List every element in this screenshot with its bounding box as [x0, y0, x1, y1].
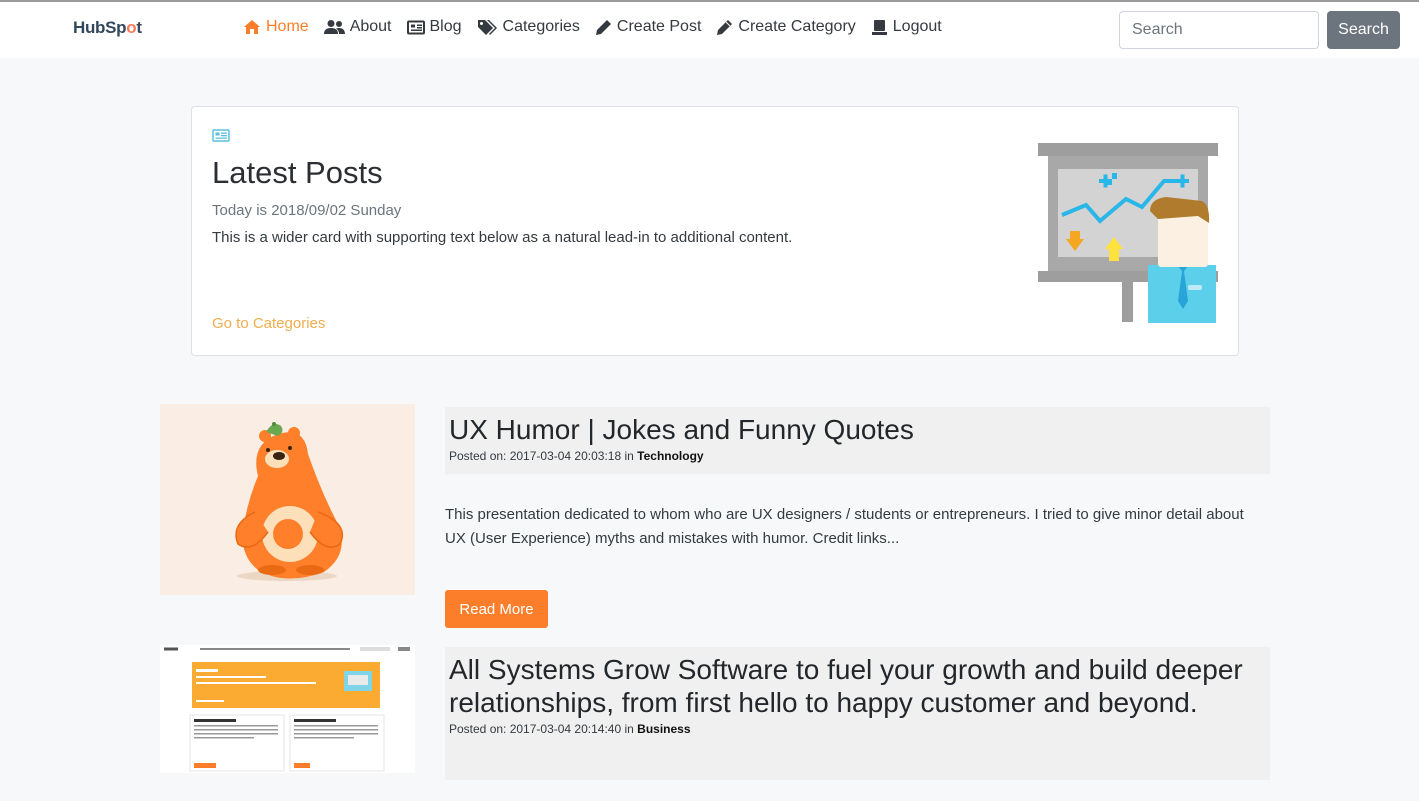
- pencil-icon: [717, 19, 733, 35]
- read-more-button[interactable]: Read More: [445, 590, 548, 628]
- newspaper-icon: [406, 20, 425, 34]
- pen-icon: [595, 19, 611, 35]
- post-header: All Systems Grow Software to fuel your g…: [445, 647, 1270, 780]
- nav-create-post[interactable]: Create Post: [595, 18, 701, 36]
- today-date: Today is 2018/09/02 Sunday: [212, 202, 402, 219]
- nav-create-category[interactable]: Create Category: [716, 18, 856, 36]
- post-excerpt: This presentation dedicated to whom who …: [445, 506, 1244, 547]
- post-category[interactable]: Business: [637, 722, 690, 736]
- card-text: This is a wider card with supporting tex…: [212, 229, 793, 246]
- bear-mascot-image: [235, 422, 344, 581]
- navbar: HubSpot Home About Blog Categories Creat…: [0, 2, 1419, 58]
- post-meta: Posted on: 2017-03-04 20:14:40 in Busine…: [449, 722, 691, 736]
- nav-links: Home About Blog Categories Create Post C…: [243, 18, 957, 36]
- search-button[interactable]: Search: [1327, 11, 1400, 49]
- user-tie-icon: [871, 19, 887, 35]
- nav-logout[interactable]: Logout: [871, 18, 942, 36]
- users-icon: [323, 20, 345, 34]
- tags-icon: [477, 20, 497, 35]
- page-title: Latest Posts: [212, 155, 383, 190]
- brand-logo[interactable]: HubSpot: [73, 18, 142, 38]
- home-icon: [244, 20, 260, 34]
- nav-categories[interactable]: Categories: [477, 18, 580, 36]
- post-header: UX Humor | Jokes and Funny Quotes Posted…: [445, 407, 1270, 474]
- post-thumbnail[interactable]: [160, 645, 415, 773]
- nav-home[interactable]: Home: [243, 18, 309, 36]
- nav-about[interactable]: About: [323, 18, 392, 36]
- post-title[interactable]: UX Humor | Jokes and Funny Quotes: [449, 413, 1266, 446]
- newspaper-icon: [212, 129, 230, 142]
- post-thumbnail[interactable]: [160, 404, 415, 595]
- presentation-illustration: [1038, 143, 1218, 323]
- search-input[interactable]: [1119, 11, 1319, 49]
- post-meta: Posted on: 2017-03-04 20:03:18 in Techno…: [449, 449, 704, 463]
- go-to-categories-link[interactable]: Go to Categories: [212, 315, 325, 332]
- website-screenshot-image: [160, 645, 415, 772]
- latest-posts-card: Latest Posts Today is 2018/09/02 Sunday …: [191, 106, 1239, 356]
- post-title[interactable]: All Systems Grow Software to fuel your g…: [449, 653, 1266, 719]
- nav-blog[interactable]: Blog: [406, 18, 462, 36]
- post-category[interactable]: Technology: [637, 449, 703, 463]
